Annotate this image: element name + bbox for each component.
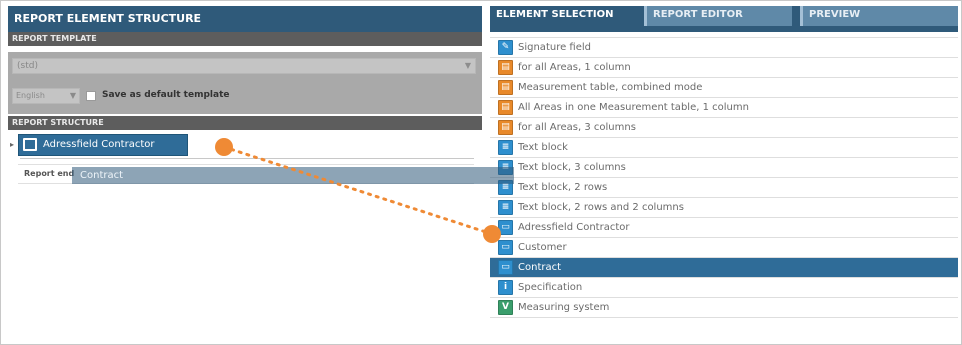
contract-icon: ▭ (498, 260, 513, 275)
template-settings-area: (std) ▼ English ▼ Save as default templa… (8, 52, 482, 114)
tab-report-editor[interactable]: REPORT EDITOR (644, 6, 792, 26)
text-block-icon: ≡ (498, 140, 513, 155)
tab-preview[interactable]: PREVIEW (800, 6, 958, 26)
list-item-label: Text block (518, 142, 568, 153)
list-item[interactable]: V Measuring system (490, 298, 958, 318)
list-item-label: Text block, 3 columns (518, 162, 626, 173)
list-item[interactable]: i Specification (490, 278, 958, 298)
tree-node-adressfield-contractor[interactable]: Adressfield Contractor (18, 134, 188, 156)
list-item[interactable]: ▤ Measurement table, combined mode (490, 78, 958, 98)
template-select[interactable]: (std) ▼ (12, 58, 476, 74)
list-item[interactable]: ▭ Adressfield Contractor (490, 218, 958, 238)
list-item-label: Measuring system (518, 302, 610, 313)
area-table-icon: ▤ (498, 120, 513, 135)
info-icon: i (498, 280, 513, 295)
list-item[interactable]: ≡ Text block, 2 rows (490, 178, 958, 198)
drop-insert-line (20, 158, 474, 159)
list-item-label: Adressfield Contractor (518, 222, 630, 233)
drag-ghost-contract: Contract (72, 167, 514, 184)
report-end-label: Report end (24, 169, 75, 178)
list-item[interactable]: ≡Text block, 3 columns (490, 158, 958, 178)
list-item-label: Customer (518, 242, 567, 253)
text-block-icon: ≡ (498, 200, 513, 215)
list-item-label: Specification (518, 282, 583, 293)
list-item[interactable]: ≡ Text block, 2 rows and 2 columns (490, 198, 958, 218)
list-item[interactable]: ▭ Contract (490, 258, 958, 278)
area-table-icon: ▤ (498, 60, 513, 75)
list-item[interactable]: ≡ Text block (490, 138, 958, 158)
signature-icon: ✎ (498, 40, 513, 55)
list-item[interactable]: ✎ Signature field (490, 38, 958, 58)
list-item-label: for all Areas, 1 column (518, 62, 631, 73)
address-field-icon: ▭ (498, 220, 513, 235)
report-structure-section-header: REPORT STRUCTURE (8, 116, 482, 130)
list-item-label: Contract (518, 262, 562, 273)
language-select-value: English (16, 91, 45, 100)
element-list: ✎ Signature field ▤ for all Areas, 1 column… (490, 32, 958, 318)
list-item-label: Text block, 2 rows and 2 columns (518, 202, 684, 213)
list-item-label: Measurement table, combined mode (518, 82, 703, 93)
report-template-section-header: REPORT TEMPLATE (8, 32, 482, 46)
panel-title: REPORT ELEMENT STRUCTURE (8, 6, 482, 32)
list-item[interactable]: ▤ for all Areas, 1 column (490, 58, 958, 78)
template-select-value: (std) (17, 61, 38, 71)
address-field-icon (23, 138, 37, 151)
chevron-down-icon: ▼ (464, 61, 471, 70)
element-selection-panel: ELEMENT SELECTION REPORT EDITOR PREVIEW … (490, 6, 958, 342)
list-item-label: Signature field (518, 42, 591, 53)
chevron-down-icon: ▼ (69, 91, 76, 100)
list-item-label: All Areas in one Measurement table, 1 co… (518, 102, 749, 113)
save-default-label: Save as default template (102, 90, 230, 100)
tab-bar: ELEMENT SELECTION REPORT EDITOR PREVIEW (490, 6, 958, 32)
list-item-label: Text block, 2 rows (518, 182, 608, 193)
list-item-label: for all Areas, 3 columns (518, 122, 636, 133)
list-item[interactable]: ▤ All Areas in one Measurement table, 1 c… (490, 98, 958, 118)
tree-node-label: Adressfield Contractor (43, 139, 155, 150)
list-item[interactable]: ▤ for all Areas, 3 columns (490, 118, 958, 138)
area-table-icon: ▤ (498, 100, 513, 115)
list-item[interactable]: ▭ Customer (490, 238, 958, 258)
measurement-table-icon: ▤ (498, 80, 513, 95)
language-select[interactable]: English ▼ (12, 88, 80, 104)
save-default-checkbox[interactable] (86, 91, 96, 101)
address-field-icon: ▭ (498, 240, 513, 255)
measuring-system-icon: V (498, 300, 513, 315)
tree-expand-icon[interactable]: ▸ (10, 140, 14, 149)
